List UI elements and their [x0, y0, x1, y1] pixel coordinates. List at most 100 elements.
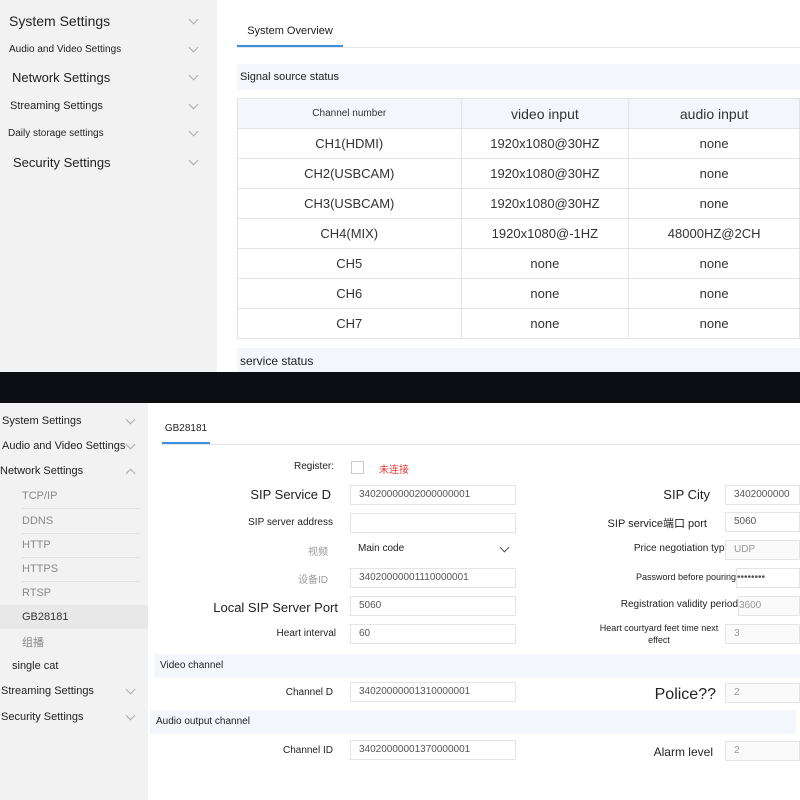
- tab-divider: [237, 47, 800, 48]
- chevron-down-icon: [126, 416, 136, 426]
- police-input[interactable]: 2: [725, 683, 800, 703]
- local-sip-port-label: Local SIP Server Port: [213, 600, 338, 615]
- sidebar-item-network-settings[interactable]: Network Settings: [0, 459, 148, 483]
- table-row: CH3(USBCAM) 1920x1080@30HZ none: [237, 188, 800, 219]
- sidebar-item-streaming-settings[interactable]: Streaming Settings: [0, 679, 148, 703]
- signal-source-status-header: Signal source status: [237, 64, 800, 90]
- sidebar-item-streaming-settings[interactable]: Streaming Settings: [0, 92, 217, 120]
- police-label: Police??: [654, 686, 716, 703]
- tab-system-overview[interactable]: System Overview: [237, 17, 343, 47]
- sidebar-item-label: Audio and Video Settings: [9, 43, 122, 55]
- system-overview-panel: System Settings Audio and Video Settings…: [0, 0, 800, 372]
- channel-d-input[interactable]: 34020000001310000001: [350, 682, 516, 702]
- password-label: Password before pouring: [635, 572, 736, 582]
- sidebar-item-system-settings[interactable]: System Settings: [0, 7, 217, 35]
- audio-input-cell: none: [628, 128, 800, 159]
- sidebar-item-security-settings[interactable]: Security Settings: [0, 148, 217, 176]
- chevron-down-icon: [189, 72, 199, 82]
- register-checkbox[interactable]: [351, 461, 364, 474]
- sidebar: System Settings Audio and Video Settings…: [0, 403, 148, 800]
- sidebar-item-label: Security Settings: [1, 711, 84, 723]
- sidebar-subitem-multicast[interactable]: 组播: [0, 630, 148, 654]
- chevron-down-icon: [126, 441, 136, 451]
- device-id-input[interactable]: 34020000001110000001: [350, 568, 516, 588]
- sip-service-id-label: SIP Service D: [250, 487, 331, 502]
- sidebar-subitem-rtsp[interactable]: RTSP: [0, 581, 148, 605]
- register-status: 未连接: [379, 465, 409, 476]
- heart-interval-input[interactable]: 60: [350, 624, 516, 644]
- table-row: CH7 none none: [237, 308, 800, 339]
- sidebar-item-label: System Settings: [9, 13, 111, 29]
- sip-server-address-input[interactable]: [350, 513, 516, 533]
- sip-city-label: SIP City: [663, 487, 710, 502]
- table-row: CH6 none none: [237, 278, 800, 309]
- sidebar-item-label: Network Settings: [12, 69, 111, 85]
- sidebar-item-label: Streaming Settings: [10, 100, 103, 112]
- audio-input-cell: none: [628, 308, 800, 339]
- price-negotiation-type-label: Price negotiation type: [633, 543, 730, 554]
- channel-cell: CH5: [237, 248, 462, 279]
- device-id-label: 设备ID: [298, 575, 328, 586]
- sidebar-item-security-settings[interactable]: Security Settings: [0, 705, 148, 729]
- chevron-down-icon: [189, 16, 199, 26]
- video-channel-header: Video channel: [154, 654, 800, 678]
- local-sip-port-input[interactable]: 5060: [350, 596, 516, 616]
- sidebar-subitem-tcp-ip[interactable]: TCP/IP: [0, 484, 148, 508]
- video-input-cell: none: [460, 308, 630, 339]
- sidebar-subitem-http[interactable]: HTTP: [0, 533, 148, 557]
- channel-id-input[interactable]: 34020000001370000001: [350, 740, 516, 760]
- video-input-cell: none: [460, 248, 630, 279]
- service-status-header: service status: [237, 348, 800, 372]
- table-header-row: Channel number video input audio input: [237, 98, 800, 129]
- alarm-level-input[interactable]: 2: [725, 741, 800, 761]
- audio-input-cell: none: [628, 158, 800, 189]
- heart-courtyard-label-line1: Heart courtyard feet time next: [599, 623, 719, 633]
- main-content: System Overview Signal source status Cha…: [217, 0, 800, 372]
- sidebar-item-label: Network Settings: [0, 465, 84, 477]
- sidebar-item-label: Audio and Video Settings: [2, 440, 126, 452]
- registration-validity-input[interactable]: 3600: [738, 596, 800, 616]
- heart-courtyard-label-line2: effect: [648, 635, 670, 645]
- sidebar-item-network-settings[interactable]: Network Settings: [0, 63, 217, 91]
- heart-interval-label: Heart interval: [276, 628, 336, 639]
- password-input[interactable]: ••••••••: [736, 568, 800, 588]
- chevron-down-icon: [189, 44, 199, 54]
- screenshot-divider-band: [0, 372, 800, 403]
- sidebar-item-audio-video-settings[interactable]: Audio and Video Settings: [0, 434, 148, 458]
- sidebar-item-label: Streaming Settings: [1, 685, 94, 697]
- audio-input-cell: none: [628, 188, 800, 219]
- table-row: CH2(USBCAM) 1920x1080@30HZ none: [237, 158, 800, 189]
- heart-courtyard-label: Heart courtyard feet time next effect: [588, 622, 730, 646]
- sip-service-id-input[interactable]: 34020000002000000001: [350, 485, 516, 505]
- chevron-down-icon: [126, 686, 136, 696]
- price-negotiation-type-select[interactable]: UDP: [725, 540, 800, 560]
- registration-validity-label: Registration validity period: [620, 599, 738, 610]
- video-input-cell: 1920x1080@30HZ: [460, 188, 630, 219]
- table-row: CH4(MIX) 1920x1080@-1HZ 48000HZ@2CH: [237, 218, 800, 249]
- audio-output-channel-header: Audio output channel: [150, 710, 796, 734]
- sidebar-subitem-https[interactable]: HTTPS: [0, 557, 148, 581]
- sidebar-subitem-ddns[interactable]: DDNS: [0, 509, 148, 533]
- tab-gb28181[interactable]: GB28181: [162, 416, 210, 444]
- sip-server-address-label: SIP server address: [248, 517, 333, 528]
- channel-cell: CH7: [237, 308, 462, 339]
- table-row: CH1(HDMI) 1920x1080@30HZ none: [237, 128, 800, 159]
- sidebar-item-system-settings[interactable]: System Settings: [0, 409, 148, 433]
- chevron-down-icon: [126, 712, 136, 722]
- channel-cell: CH3(USBCAM): [237, 188, 462, 219]
- sip-service-port-input[interactable]: 5060: [725, 512, 800, 532]
- chevron-down-icon: [189, 101, 199, 111]
- column-header-channel-number: Channel number: [237, 98, 462, 129]
- video-input-cell: 1920x1080@-1HZ: [460, 218, 630, 249]
- sidebar-item-audio-video-settings[interactable]: Audio and Video Settings: [0, 35, 217, 63]
- video-input-cell: 1920x1080@30HZ: [460, 158, 630, 189]
- channel-cell: CH4(MIX): [237, 218, 462, 249]
- audio-input-cell: 48000HZ@2CH: [628, 218, 800, 249]
- sip-city-input[interactable]: 3402000000: [725, 485, 800, 505]
- sidebar-subitem-gb28181[interactable]: GB28181: [0, 605, 148, 629]
- heart-courtyard-input[interactable]: 3: [725, 624, 800, 644]
- sidebar-item-daily-storage-settings[interactable]: Daily storage settings: [0, 119, 217, 147]
- sidebar-item-single-cat[interactable]: single cat: [0, 654, 148, 678]
- sidebar-item-label: System Settings: [2, 415, 82, 427]
- video-select[interactable]: Main code: [350, 540, 516, 560]
